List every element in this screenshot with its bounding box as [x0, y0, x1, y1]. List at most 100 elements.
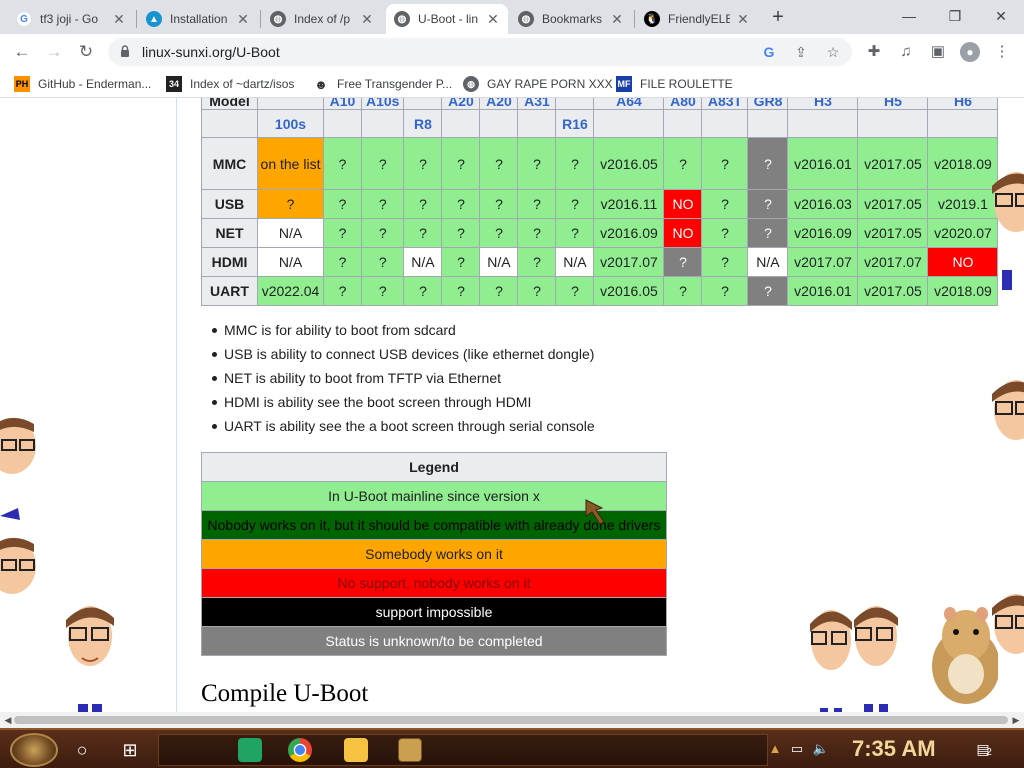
- chrome-icon[interactable]: [288, 738, 312, 762]
- cartoon-character: [992, 380, 1024, 480]
- column-header[interactable]: A83T: [701, 98, 749, 110]
- side-panel-icon[interactable]: ▣: [928, 42, 948, 62]
- column-header[interactable]: [927, 109, 999, 138]
- row-header: USB: [201, 189, 258, 219]
- address-bar[interactable]: linux-sunxi.org/U-Boot G ⇪ ☆: [108, 38, 852, 66]
- table-cell: v2017.05: [857, 276, 929, 306]
- column-header[interactable]: R8: [403, 109, 443, 138]
- extensions-icon[interactable]: ✚: [864, 42, 884, 62]
- column-header[interactable]: [441, 109, 481, 138]
- table-cell: N/A: [747, 247, 789, 277]
- cartoon-character: [992, 594, 1024, 694]
- column-header[interactable]: H3: [787, 98, 859, 110]
- tab-3-active[interactable]: ◍ U-Boot - lin ✕: [386, 4, 508, 34]
- globe-icon: ◍: [463, 76, 479, 92]
- ph-icon: PH: [14, 76, 30, 92]
- close-window-button[interactable]: ✕: [978, 4, 1024, 28]
- sheets-icon[interactable]: [238, 738, 262, 762]
- google-lens-icon[interactable]: G: [760, 43, 778, 61]
- bookmark-item[interactable]: MF FILE ROULETTE: [616, 75, 733, 93]
- column-header[interactable]: [701, 109, 749, 138]
- table-cell: ?: [555, 218, 595, 248]
- column-header[interactable]: H6: [927, 98, 999, 110]
- maximize-button[interactable]: ❐: [932, 4, 978, 28]
- column-header[interactable]: A80: [663, 98, 703, 110]
- task-view-icon[interactable]: ⊞: [118, 738, 142, 762]
- scroll-thumb[interactable]: [14, 716, 1008, 724]
- column-header[interactable]: 100s: [257, 109, 324, 138]
- close-icon[interactable]: ✕: [486, 11, 500, 28]
- table-cell: ?: [441, 189, 481, 219]
- bookmark-item[interactable]: 34 Index of ~dartz/isos: [166, 75, 294, 93]
- close-icon[interactable]: ✕: [112, 11, 126, 28]
- close-icon[interactable]: ✕: [236, 11, 250, 28]
- column-header[interactable]: [555, 98, 595, 110]
- close-icon[interactable]: ✕: [360, 11, 374, 28]
- column-header[interactable]: A20: [479, 98, 519, 110]
- row-header: NET: [201, 218, 258, 248]
- column-header[interactable]: [257, 98, 324, 110]
- bookmark-item[interactable]: PH GitHub - Enderman...: [14, 75, 151, 93]
- column-header[interactable]: [403, 98, 443, 110]
- column-header[interactable]: [787, 109, 859, 138]
- column-header[interactable]: [479, 109, 519, 138]
- minimize-button[interactable]: —: [886, 4, 932, 28]
- tab-4[interactable]: ◍ Bookmarks ✕: [510, 4, 632, 34]
- table-cell: ?: [701, 218, 749, 248]
- menu-icon[interactable]: ⋮: [992, 42, 1012, 62]
- bookmark-label: GAY RAPE PORN XXX: [487, 77, 613, 91]
- tray-chevron-icon[interactable]: ▲: [766, 740, 784, 758]
- table-cell: ?: [517, 276, 557, 306]
- tab-title: FriendlyELE: [668, 12, 730, 26]
- share-icon[interactable]: ⇪: [792, 43, 810, 61]
- column-header[interactable]: [747, 109, 789, 138]
- bookmark-item[interactable]: ☻ Free Transgender P...: [313, 75, 452, 93]
- column-header[interactable]: [593, 109, 665, 138]
- scroll-right-icon[interactable]: ▶: [1010, 714, 1022, 726]
- column-header[interactable]: R16: [555, 109, 595, 138]
- cortana-icon[interactable]: ○: [70, 738, 94, 762]
- reload-button[interactable]: ↻: [74, 40, 98, 64]
- column-header[interactable]: [323, 109, 362, 138]
- table-cell: NO: [663, 218, 703, 248]
- close-icon[interactable]: ✕: [610, 11, 624, 28]
- column-header[interactable]: [857, 109, 929, 138]
- start-button[interactable]: [10, 733, 58, 767]
- table-cell: N/A: [257, 247, 324, 277]
- tab-5[interactable]: 🐧 FriendlyELE ✕: [636, 4, 758, 34]
- media-control-icon[interactable]: ♫: [896, 42, 916, 62]
- scroll-left-icon[interactable]: ◀: [2, 714, 14, 726]
- column-header[interactable]: H5: [857, 98, 929, 110]
- close-icon[interactable]: ✕: [736, 11, 750, 28]
- column-header[interactable]: A10s: [360, 98, 405, 110]
- bookmark-item[interactable]: ◍ GAY RAPE PORN XXX: [463, 75, 613, 93]
- column-header[interactable]: [517, 109, 557, 138]
- network-icon[interactable]: ▭: [788, 740, 806, 758]
- tab-2[interactable]: ◍ Index of /p ✕: [262, 4, 382, 34]
- volume-icon[interactable]: 🔈: [812, 740, 830, 758]
- game-app-icon[interactable]: [398, 738, 422, 762]
- profile-avatar[interactable]: ●: [960, 42, 980, 62]
- column-header[interactable]: GR8: [747, 98, 789, 110]
- lock-icon[interactable]: [120, 45, 130, 57]
- back-button[interactable]: ←: [10, 40, 34, 64]
- forward-button[interactable]: →: [42, 40, 66, 64]
- table-cell: ?: [323, 189, 362, 219]
- tab-0[interactable]: G tf3 joji - Go ✕: [8, 4, 134, 34]
- tab-1[interactable]: ▲ Installation ✕: [138, 4, 258, 34]
- table-cell: v2017.07: [857, 247, 929, 277]
- table-cell: ?: [441, 247, 481, 277]
- bookmark-star-icon[interactable]: ☆: [824, 43, 842, 61]
- column-header[interactable]: A10: [323, 98, 362, 110]
- taskbar-clock[interactable]: 7:35 AM: [852, 736, 936, 762]
- horizontal-scrollbar[interactable]: ◀ ▶: [0, 712, 1024, 728]
- legend-row: Status is unknown/to be completed: [201, 626, 667, 656]
- column-header[interactable]: A31: [517, 98, 557, 110]
- new-tab-button[interactable]: +: [766, 6, 790, 30]
- column-header[interactable]: A64: [593, 98, 665, 110]
- file-explorer-icon[interactable]: [344, 738, 368, 762]
- column-header[interactable]: [360, 109, 405, 138]
- column-header[interactable]: A20: [441, 98, 481, 110]
- column-header[interactable]: [663, 109, 703, 138]
- list-item: UART is ability see the a boot screen th…: [212, 416, 595, 440]
